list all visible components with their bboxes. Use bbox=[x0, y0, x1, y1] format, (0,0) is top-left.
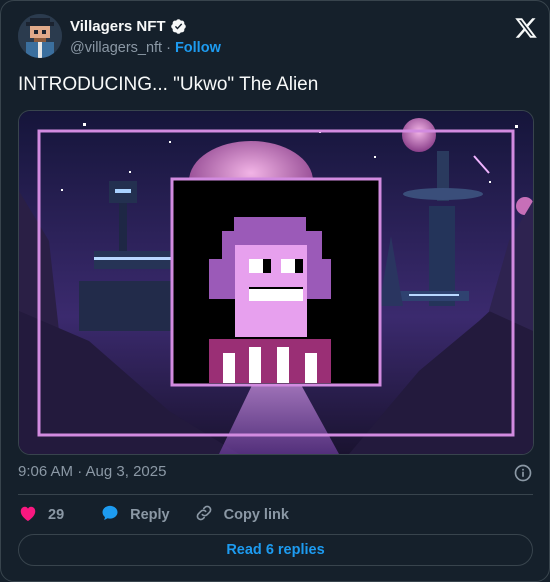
tweet-actions: 29 Reply Copy link bbox=[18, 504, 289, 526]
author-handle[interactable]: @villagers_nft bbox=[70, 40, 162, 56]
verified-badge-icon bbox=[170, 18, 187, 35]
tweet-embed-card: Villagers NFT @villagers_nft · Follow IN… bbox=[0, 0, 550, 582]
like-button[interactable]: 29 bbox=[18, 503, 64, 527]
follow-button[interactable]: Follow bbox=[175, 40, 221, 56]
pixel-villager-avatar bbox=[18, 14, 62, 58]
author-avatar[interactable] bbox=[18, 14, 62, 58]
author-name[interactable]: Villagers NFT bbox=[70, 18, 166, 35]
alien-scene-artwork bbox=[19, 111, 533, 454]
tweet-text: INTRODUCING... "Ukwo" The Alien bbox=[18, 74, 319, 95]
copy-link-button[interactable]: Copy link bbox=[194, 503, 289, 527]
tweet-header: Villagers NFT @villagers_nft · Follow bbox=[18, 14, 538, 62]
reply-bubble-icon bbox=[100, 503, 120, 527]
link-icon bbox=[194, 503, 214, 527]
tweet-media-image[interactable] bbox=[18, 110, 534, 455]
tweet-timestamp[interactable]: 9:06 AM · Aug 3, 2025 bbox=[18, 463, 166, 480]
read-replies-button[interactable]: Read 6 replies bbox=[18, 534, 533, 566]
x-logo-icon[interactable] bbox=[514, 16, 538, 40]
info-icon[interactable] bbox=[513, 463, 533, 483]
reply-label: Reply bbox=[130, 507, 170, 523]
separator-dot: · bbox=[166, 40, 171, 56]
heart-icon bbox=[18, 503, 38, 527]
like-count: 29 bbox=[48, 507, 65, 523]
copy-link-label: Copy link bbox=[223, 507, 289, 523]
author-name-row: Villagers NFT bbox=[70, 18, 187, 35]
author-handle-row: @villagers_nft · Follow bbox=[70, 40, 221, 56]
divider bbox=[18, 494, 533, 495]
tweet-meta-row: 9:06 AM · Aug 3, 2025 bbox=[18, 463, 533, 483]
reply-button[interactable]: Reply bbox=[100, 503, 170, 527]
